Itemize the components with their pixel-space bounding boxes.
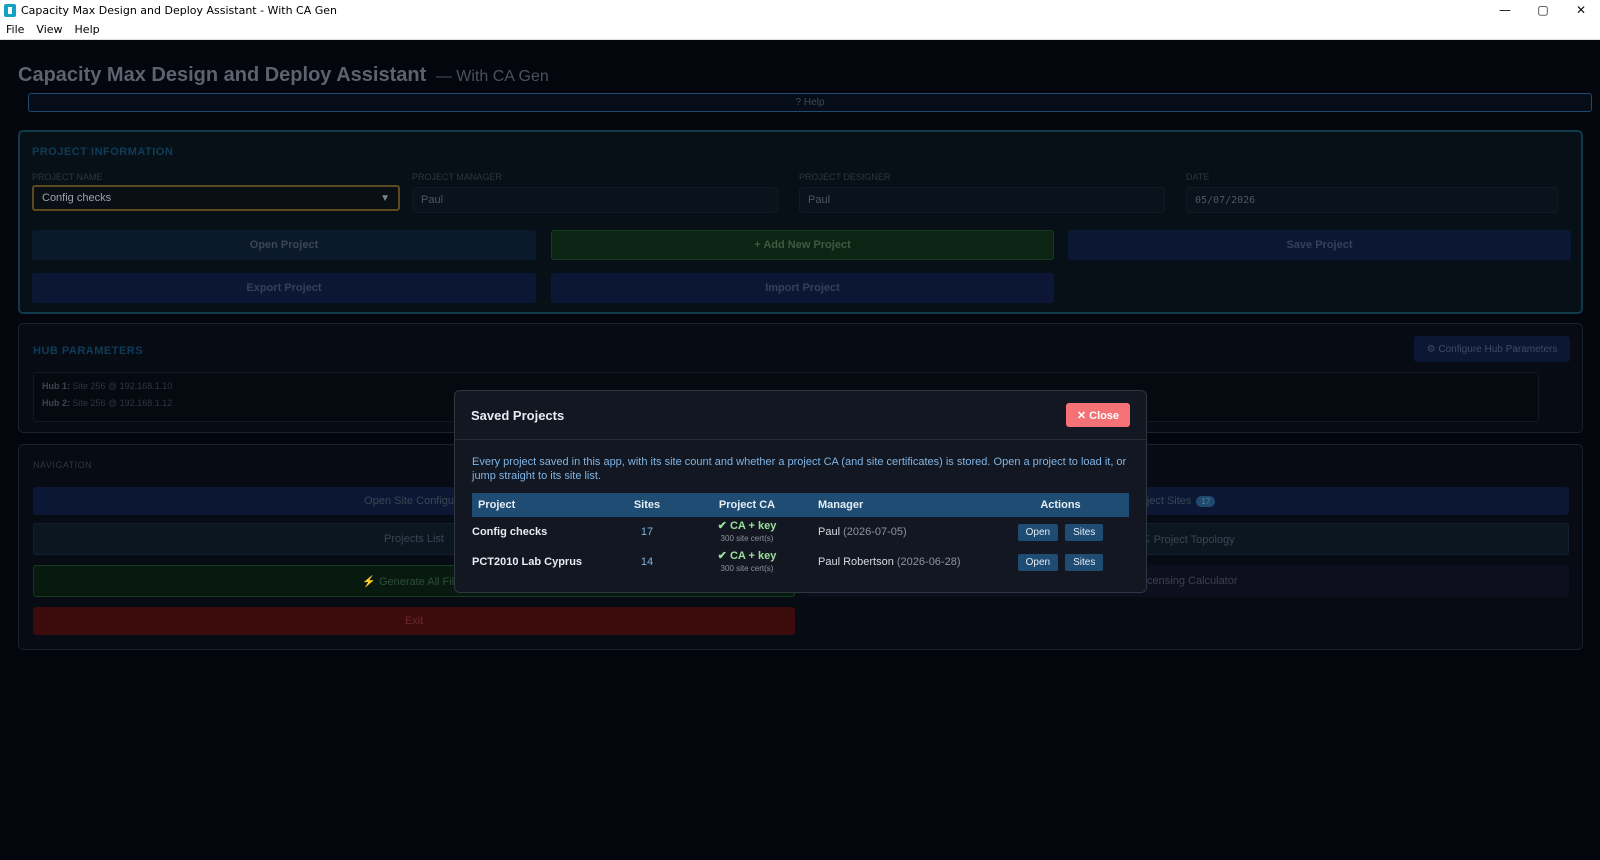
open-site-configuration-label: Open Site Configura (364, 495, 464, 507)
column-header-sites: Sites (612, 493, 682, 517)
project-name-label: PROJECT NAME (32, 172, 103, 182)
menu-file[interactable]: File (0, 23, 30, 36)
sites-count-cell: 14 (640, 556, 654, 568)
modal-divider (455, 439, 1146, 440)
app-main: Capacity Max Design and Deploy Assistant… (0, 40, 1600, 860)
project-ca-cell: ✔ CA + key 300 site cert(s) (682, 517, 812, 547)
manager-name: Paul (818, 526, 841, 538)
modal-title: Saved Projects (471, 408, 565, 423)
table-header-row: Project Sites Project CA Manager Actions (472, 493, 1129, 517)
window-title: Capacity Max Design and Deploy Assistant… (21, 3, 337, 17)
project-manager-label: PROJECT MANAGER (412, 172, 502, 182)
hub-parameters-heading: HUB PARAMETERS (33, 345, 144, 357)
minimize-icon[interactable]: — (1486, 0, 1524, 20)
manager-cell: Paul Robertson (2026-06-28) (812, 547, 992, 577)
configure-hub-parameters-button[interactable]: ⚙ Configure Hub Parameters (1414, 336, 1570, 362)
app-icon (4, 3, 16, 17)
column-header-manager: Manager (812, 493, 992, 517)
hub-value: Site 256 @ 192.168.1.12 (72, 398, 173, 408)
menu-bar: File View Help (0, 20, 1600, 40)
app-title: Capacity Max Design and Deploy Assistant… (18, 64, 549, 87)
project-name-select[interactable]: Config checks ▼ (32, 185, 400, 211)
save-project-button[interactable]: Save Project (1068, 230, 1571, 260)
window-titlebar: Capacity Max Design and Deploy Assistant… (0, 0, 1600, 20)
table-row: Config checks 17 ✔ CA + key 300 site cer… (472, 517, 1129, 547)
actions-cell: Open Sites (992, 517, 1129, 547)
column-header-project: Project (472, 493, 612, 517)
ca-status: ✔ CA + key (717, 520, 777, 532)
project-name-value: Config checks (42, 192, 112, 204)
sites-count-cell: 17 (640, 526, 654, 538)
manager-date: (2026-06-28) (896, 556, 961, 568)
chevron-down-icon: ▼ (380, 192, 390, 204)
close-window-icon[interactable]: ✕ (1562, 0, 1600, 20)
hub-label: Hub 1: (42, 381, 70, 391)
menu-view[interactable]: View (30, 23, 68, 36)
hub-value: Site 256 @ 192.168.1.10 (72, 381, 173, 391)
saved-projects-modal: Saved Projects ✕ Close Every project sav… (454, 390, 1147, 593)
site-cert-count: 300 site cert(s) (720, 564, 774, 573)
project-information-heading: PROJECT INFORMATION (32, 146, 174, 158)
manager-name: Paul Robertson (818, 556, 894, 568)
open-project-button[interactable]: Open Project (32, 230, 536, 260)
site-cert-count: 300 site cert(s) (720, 534, 774, 543)
manager-date: (2026-07-05) (843, 526, 907, 538)
window-controls: — ▢ ✕ (1486, 0, 1600, 20)
project-information-panel: PROJECT INFORMATION PROJECT NAME Config … (18, 130, 1583, 314)
open-project-row-button[interactable]: Open (1017, 553, 1059, 571)
manager-cell: Paul (2026-07-05) (812, 517, 992, 547)
saved-projects-table: Project Sites Project CA Manager Actions… (472, 493, 1129, 577)
menu-help[interactable]: Help (69, 23, 106, 36)
modal-description: Every project saved in this app, with it… (472, 456, 1127, 482)
project-name-cell: PCT2010 Lab Cyprus (472, 556, 583, 568)
app-subtitle: — With CA Gen (435, 68, 549, 85)
help-button[interactable]: ? Help (28, 93, 1592, 112)
ca-status: ✔ CA + key (717, 550, 777, 562)
app-title-text: Capacity Max Design and Deploy Assistant (18, 64, 427, 86)
sites-row-button[interactable]: Sites (1065, 553, 1104, 571)
exit-button[interactable]: Exit (33, 607, 795, 635)
navigation-heading: NAVIGATION (33, 460, 93, 470)
actions-cell: Open Sites (992, 547, 1129, 577)
project-manager-input[interactable]: Paul (412, 187, 778, 213)
sites-row-button[interactable]: Sites (1065, 523, 1104, 541)
date-label: DATE (1186, 172, 1210, 182)
project-name-cell: Config checks (472, 526, 548, 538)
open-project-row-button[interactable]: Open (1017, 523, 1059, 541)
add-new-project-button[interactable]: + Add New Project (551, 230, 1054, 260)
date-input[interactable]: 05/07/2026 (1186, 187, 1558, 213)
project-sites-count-badge: 17 (1196, 495, 1216, 507)
project-ca-cell: ✔ CA + key 300 site cert(s) (682, 547, 812, 577)
project-designer-label: PROJECT DESIGNER (799, 172, 891, 182)
project-designer-input[interactable]: Paul (799, 187, 1165, 213)
maximize-icon[interactable]: ▢ (1524, 0, 1562, 20)
column-header-project-ca: Project CA (682, 493, 812, 517)
import-project-button[interactable]: Import Project (551, 273, 1054, 303)
table-row: PCT2010 Lab Cyprus 14 ✔ CA + key 300 sit… (472, 547, 1129, 577)
hub-label: Hub 2: (42, 398, 70, 408)
column-header-actions: Actions (992, 493, 1129, 517)
export-project-button[interactable]: Export Project (32, 273, 536, 303)
close-modal-button[interactable]: ✕ Close (1066, 403, 1130, 427)
